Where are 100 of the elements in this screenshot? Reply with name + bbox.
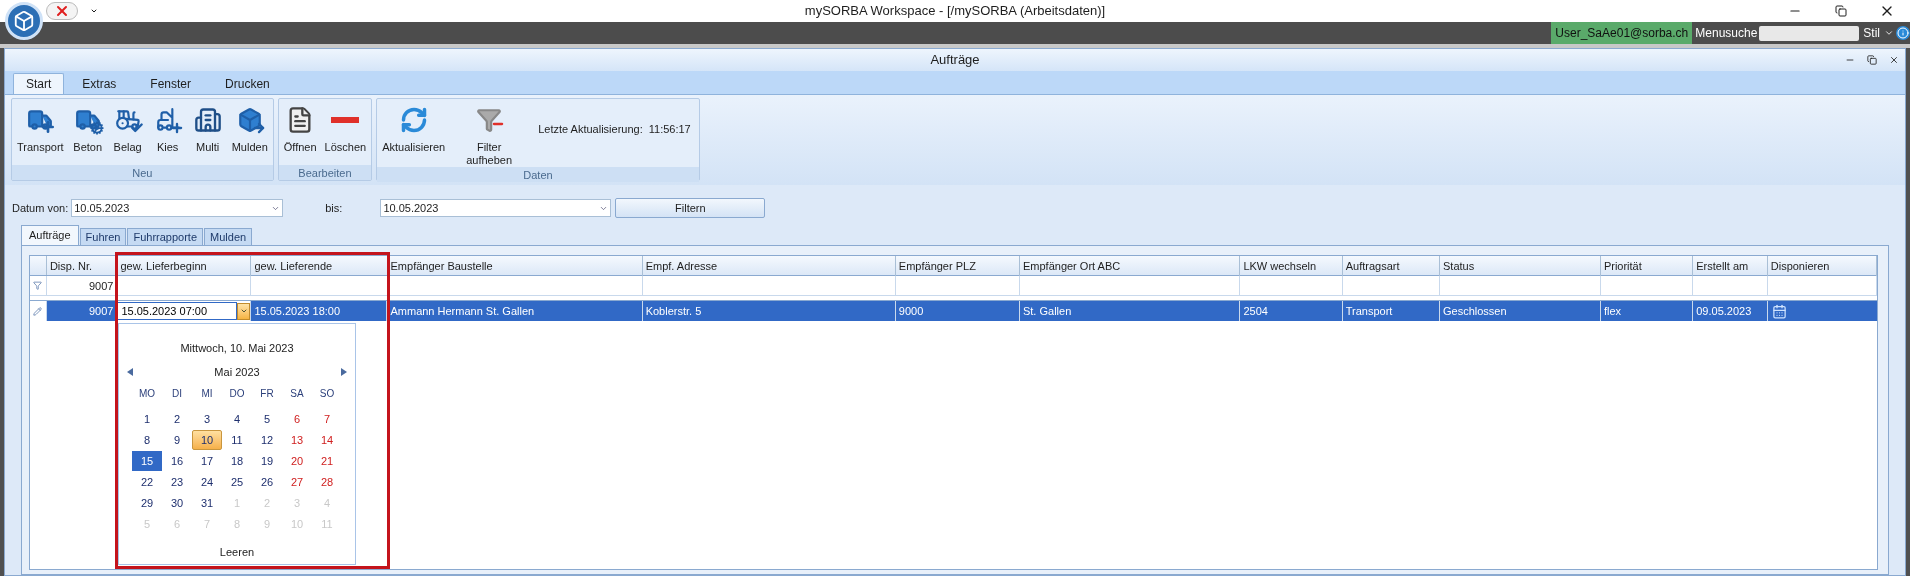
calendar-header: Mittwoch, 10. Mai 2023 [180, 341, 294, 356]
column-header[interactable]: Disp. Nr. [46, 256, 118, 276]
calendar-day[interactable]: 26 [252, 472, 282, 492]
table-cell: Transport [1342, 301, 1440, 321]
filter-cell[interactable]: 9007 [46, 276, 118, 296]
calendar-day[interactable]: 18 [222, 451, 252, 471]
table-cell: Ammann Hermann St. Gallen [387, 301, 643, 321]
weekday-label: SO [318, 386, 336, 401]
last-update-time: 11:56:17 [648, 122, 691, 137]
date-to-field[interactable]: 10.05.2023 [380, 199, 612, 217]
calendar-day[interactable]: 23 [162, 472, 192, 492]
calendar-day[interactable]: 12 [252, 430, 282, 450]
calendar-day[interactable]: 19 [252, 451, 282, 471]
ribbon-button[interactable]: Löschen [321, 105, 370, 154]
calendar-day[interactable]: 1 [132, 409, 162, 429]
calendar-day[interactable]: 22 [132, 472, 162, 492]
ribbon-tab[interactable]: Start [13, 73, 65, 94]
tab[interactable]: Fuhren [79, 228, 127, 245]
ribbon-group-label: Neu [12, 165, 273, 180]
calendar-day[interactable]: 14 [312, 430, 342, 450]
column-header[interactable]: gew. Lieferende [251, 256, 388, 276]
weekday-label: SA [289, 386, 305, 401]
ribbon-tab[interactable]: Fenster [134, 73, 208, 94]
calendar-day[interactable]: 25 [222, 472, 252, 492]
menu-search-label: Menusuche [1695, 25, 1758, 42]
calendar-day[interactable]: 8 [132, 430, 162, 450]
calendar-day[interactable]: 2 [162, 409, 192, 429]
calendar-day[interactable]: 11 [222, 430, 252, 450]
ribbon-button[interactable]: Transport [14, 105, 67, 154]
column-header[interactable]: Empf. Adresse [642, 256, 896, 276]
table-cell: 9007 [46, 301, 118, 321]
ribbon-button[interactable]: Aktualisieren [379, 105, 449, 154]
ribbon-button[interactable]: Kies [148, 105, 187, 154]
tab[interactable]: Fuhrrapporte [127, 228, 204, 245]
document-title: Aufträge [930, 51, 980, 70]
calendar-day[interactable]: 7 [312, 409, 342, 429]
column-header[interactable]: Empfänger Baustelle [387, 256, 643, 276]
calendar-day[interactable]: 30 [162, 493, 192, 513]
calendar-day[interactable]: 29 [132, 493, 162, 513]
column-header[interactable]: gew. Lieferbeginn [117, 256, 252, 276]
window-title: mySORBA Workspace - [/mySORBA (Arbeitsdaten)] [804, 2, 1106, 21]
clear-button[interactable]: Leeren [219, 544, 255, 561]
column-header[interactable]: Auftragsart [1342, 256, 1440, 276]
table-cell: Koblerstr. 5 [642, 301, 896, 321]
ribbon-group-label: Daten [377, 167, 699, 182]
table-cell: Geschlossen [1440, 301, 1601, 321]
tab[interactable]: Aufträge [21, 225, 79, 245]
column-header[interactable]: Priorität [1600, 256, 1694, 276]
ribbon-button[interactable]: Multi [188, 105, 227, 154]
column-header[interactable]: LKW wechseln [1240, 256, 1343, 276]
table-cell: 09.05.2023 [1693, 301, 1768, 321]
calendar-day[interactable]: 17 [192, 451, 222, 471]
column-header[interactable]: Status [1440, 256, 1601, 276]
date-from-label: Datum von: [12, 200, 69, 216]
table-cell: 2504 [1240, 301, 1343, 321]
column-header[interactable]: Empfänger Ort ABC [1019, 256, 1241, 276]
calendar-day[interactable]: 10 [192, 430, 222, 450]
weekday-label: DO [228, 386, 246, 401]
filter-button[interactable]: Filtern [615, 198, 766, 218]
tab[interactable]: Mulden [204, 228, 253, 245]
calendar-day[interactable]: 20 [282, 451, 312, 471]
calendar-day[interactable]: 21 [312, 451, 342, 471]
table-cell: St. Gallen [1019, 301, 1241, 321]
weekday-label: MO [137, 386, 157, 401]
ribbon-button[interactable]: Belag [108, 105, 147, 154]
calendar-day[interactable]: 9 [162, 430, 192, 450]
calendar-day[interactable]: 6 [282, 409, 312, 429]
weekday-label: MI [200, 386, 214, 401]
ribbon-tab[interactable]: Drucken [209, 73, 286, 94]
date-from-field[interactable]: 10.05.2023 [71, 199, 284, 217]
table-cell: 15.05.2023 18:00 [251, 301, 388, 321]
ribbon-button[interactable]: Mulden [228, 105, 271, 154]
weekday-label: FR [259, 386, 275, 401]
date-to-label: bis: [325, 200, 343, 216]
weekday-label: DI [171, 386, 183, 401]
calendar-day[interactable]: 5 [252, 409, 282, 429]
ribbon-button[interactable]: Beton [68, 105, 107, 154]
table-row[interactable]: 9007 15.05.2023 07:00 15.05.2023 18:00 Ammann Hermann St. Gallen Koblerstr. 5 9000 St. Gallen 2504 Transport Geschlossen flex 09.05.2023 [30, 301, 1877, 321]
date-input[interactable]: 15.05.2023 07:00 [117, 302, 238, 320]
user-badge: User_SaAe01@sorba.ch [1551, 22, 1693, 44]
ribbon-tab[interactable]: Extras [66, 73, 133, 94]
ribbon-group-label: Bearbeiten [278, 165, 372, 180]
calendar-day[interactable]: 27 [282, 472, 312, 492]
calendar-day[interactable]: 28 [312, 472, 342, 492]
calendar-day[interactable]: 13 [282, 430, 312, 450]
calendar-day[interactable]: 24 [192, 472, 222, 492]
calendar-day[interactable]: 3 [192, 409, 222, 429]
calendar-day[interactable]: 16 [162, 451, 192, 471]
ribbon-button[interactable]: Öffnen [280, 105, 320, 154]
calendar-day[interactable]: 31 [192, 493, 222, 513]
ribbon-button[interactable]: Filter aufheben [450, 105, 529, 167]
calendar-day[interactable]: 15 [132, 451, 162, 471]
style-label: Stil [1863, 25, 1880, 42]
last-update-label: Letzte Aktualisierung: [538, 122, 643, 137]
column-header[interactable]: Empfänger PLZ [895, 256, 1020, 276]
table-cell: flex [1600, 301, 1694, 321]
calendar-day[interactable]: 4 [222, 409, 252, 429]
month-label: Mai 2023 [214, 364, 260, 380]
column-header[interactable]: Erstellt am [1693, 256, 1768, 276]
column-header[interactable]: Disponieren [1767, 256, 1877, 276]
